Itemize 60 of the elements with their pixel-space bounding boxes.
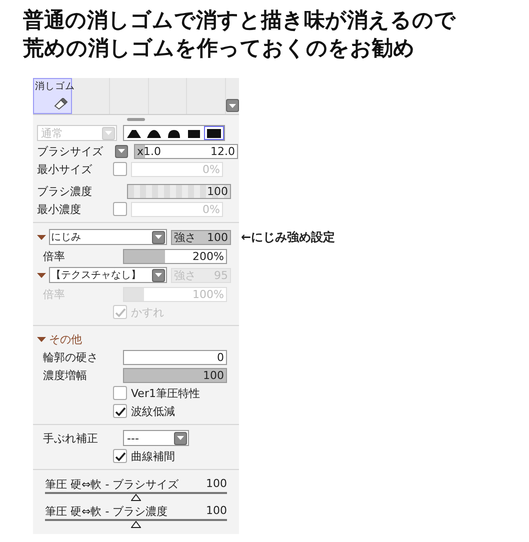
section-header[interactable]: その他 bbox=[49, 332, 82, 346]
dropdown-button[interactable] bbox=[152, 230, 165, 244]
slider-track[interactable] bbox=[45, 519, 227, 528]
checkbox-label: 曲線補間 bbox=[131, 448, 175, 464]
brush-shape-button[interactable] bbox=[204, 126, 224, 140]
pressure-label: 筆圧 硬⇔軟 - ブラシサイズ bbox=[45, 477, 179, 492]
caret-icon bbox=[155, 273, 162, 277]
checkbox[interactable] bbox=[113, 404, 127, 418]
multiplier-dropdown[interactable] bbox=[115, 144, 128, 158]
brush-shape-selector[interactable] bbox=[123, 125, 225, 141]
checkbox[interactable] bbox=[113, 386, 127, 400]
brush-tip-icon bbox=[147, 128, 161, 138]
field-value: 12.0 bbox=[210, 144, 236, 158]
value-slider[interactable]: 100 bbox=[123, 368, 227, 382]
field-label: 輪郭の硬さ bbox=[42, 350, 99, 364]
strength-slider[interactable]: 強さ 100 bbox=[171, 230, 231, 244]
eraser-icon bbox=[54, 98, 68, 110]
checkbox[interactable] bbox=[113, 449, 127, 463]
pressure-label: 筆圧 硬⇔軟 - ブラシ濃度 bbox=[45, 504, 168, 519]
field-label: 手ぶれ補正 bbox=[42, 430, 99, 446]
heading-text: 荒めの消しゴムを作っておくのをお勧め bbox=[23, 35, 416, 62]
heading-text: 普通の消しゴムで消すと描き味が消えるので bbox=[23, 7, 457, 34]
tool-slot[interactable]: 消しゴム bbox=[33, 78, 72, 114]
dropdown-button[interactable] bbox=[226, 99, 239, 112]
checkbox-label: 波紋低減 bbox=[131, 404, 175, 418]
caret-icon bbox=[228, 104, 236, 108]
effect-dropdown[interactable]: にじみ bbox=[49, 229, 167, 245]
brush-tip-icon bbox=[167, 128, 181, 138]
slider-thumb[interactable] bbox=[131, 521, 141, 528]
rate-slider[interactable]: 200% bbox=[123, 248, 227, 264]
brush-density-slider[interactable]: 100 bbox=[127, 184, 231, 198]
resize-handle[interactable] bbox=[127, 118, 145, 121]
field-label: 最小サイズ bbox=[37, 162, 93, 176]
caret-icon bbox=[105, 131, 112, 135]
dropdown-button[interactable] bbox=[174, 432, 187, 444]
dropdown-button[interactable] bbox=[152, 268, 165, 282]
pressure-value: 100 bbox=[206, 504, 227, 519]
checkbox-label: かすれ bbox=[131, 304, 164, 320]
brush-tip-icon bbox=[127, 128, 141, 138]
checkbox-label: Ver1筆圧特性 bbox=[131, 386, 200, 400]
caret-icon bbox=[177, 436, 184, 440]
field-label: ブラシ濃度 bbox=[37, 184, 93, 198]
brush-size-slider[interactable]: x1.0 12.0 bbox=[134, 144, 238, 158]
brush-tip-icon bbox=[187, 128, 201, 138]
multiplier-value: x1.0 bbox=[136, 144, 162, 158]
field-label: 倍率 bbox=[42, 286, 66, 302]
field-label: 倍率 bbox=[42, 248, 66, 264]
pressure-value: 100 bbox=[206, 477, 227, 492]
stabilizer-dropdown[interactable]: --- bbox=[123, 430, 189, 446]
slider-track[interactable] bbox=[45, 492, 227, 501]
expand-arrow-icon[interactable] bbox=[37, 232, 46, 242]
field-label: 濃度増幅 bbox=[42, 368, 88, 382]
caret-icon bbox=[155, 235, 162, 239]
annotation-text: ←にじみ強め設定 bbox=[241, 228, 336, 246]
field-label: 最小濃度 bbox=[37, 202, 82, 216]
slider-thumb[interactable] bbox=[131, 494, 141, 501]
brush-tip-icon bbox=[207, 128, 221, 138]
field-label: ブラシサイズ bbox=[37, 144, 104, 158]
caret-icon bbox=[118, 149, 125, 153]
expand-arrow-icon[interactable] bbox=[37, 334, 46, 344]
